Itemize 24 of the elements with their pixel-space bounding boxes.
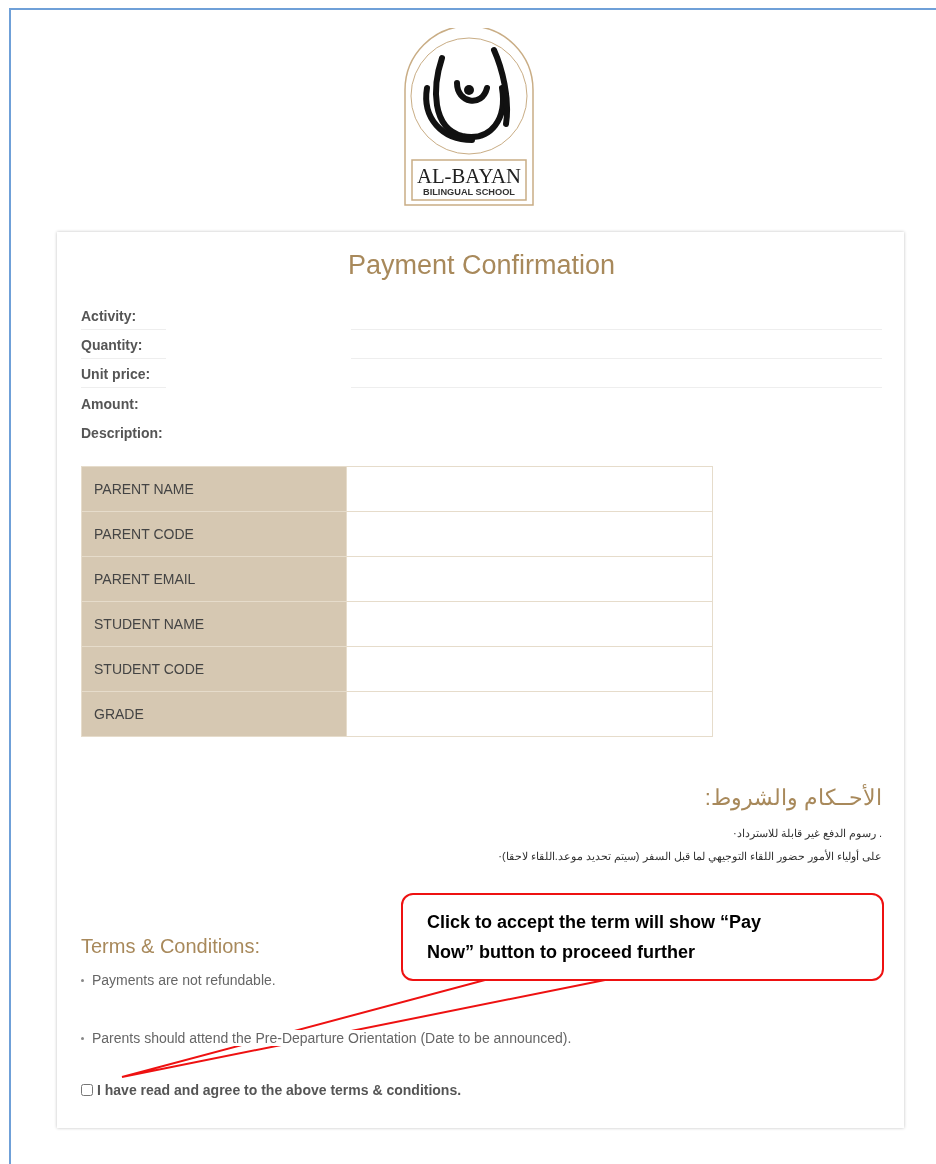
terms-heading: Terms & Conditions:: [81, 935, 260, 958]
page-title: Payment Confirmation: [346, 250, 617, 281]
field-label: Activity:: [81, 302, 166, 330]
field-label: Quantity:: [81, 331, 166, 359]
arabic-term: على أولياء الأمور حضور اللقاء التوجيهي لما قبل السفر (سيتم تحديد موعد.اللقاء لاحقا)·: [497, 850, 882, 863]
agree-label[interactable]: I have read and agree to the above terms & conditions.: [97, 1082, 462, 1098]
term-text: Parents should attend the Pre-Departure Orientation (Date to be announced).: [92, 1030, 572, 1046]
field-label: Description:: [81, 424, 164, 443]
table-label-cell: STUDENT CODE: [81, 646, 347, 692]
callout-annotation: Click to accept the term will show “Pay Now” button to proceed further: [401, 893, 884, 981]
table-label-cell: STUDENT NAME: [81, 601, 347, 647]
school-logo: AL-BAYAN BILINGUAL SCHOOL: [401, 28, 536, 208]
bullet-icon: [81, 978, 84, 982]
table-label-cell: PARENT CODE: [81, 511, 347, 557]
field-label: Unit price:: [81, 360, 166, 388]
table-label-cell: PARENT EMAIL: [81, 556, 347, 602]
table-label-cell: GRADE: [81, 691, 347, 737]
term-text: Payments are not refundable.: [92, 972, 276, 988]
arabic-terms-heading: الأحــكام والشروط:: [703, 785, 882, 811]
agree-checkbox[interactable]: [81, 1084, 93, 1096]
arabic-term: . رسوم الدفع غير قابلة للاسترداد·: [732, 827, 882, 840]
table-label-cell: PARENT NAME: [81, 466, 347, 512]
bullet-icon: [81, 1036, 84, 1040]
field-label: Amount:: [81, 395, 140, 414]
